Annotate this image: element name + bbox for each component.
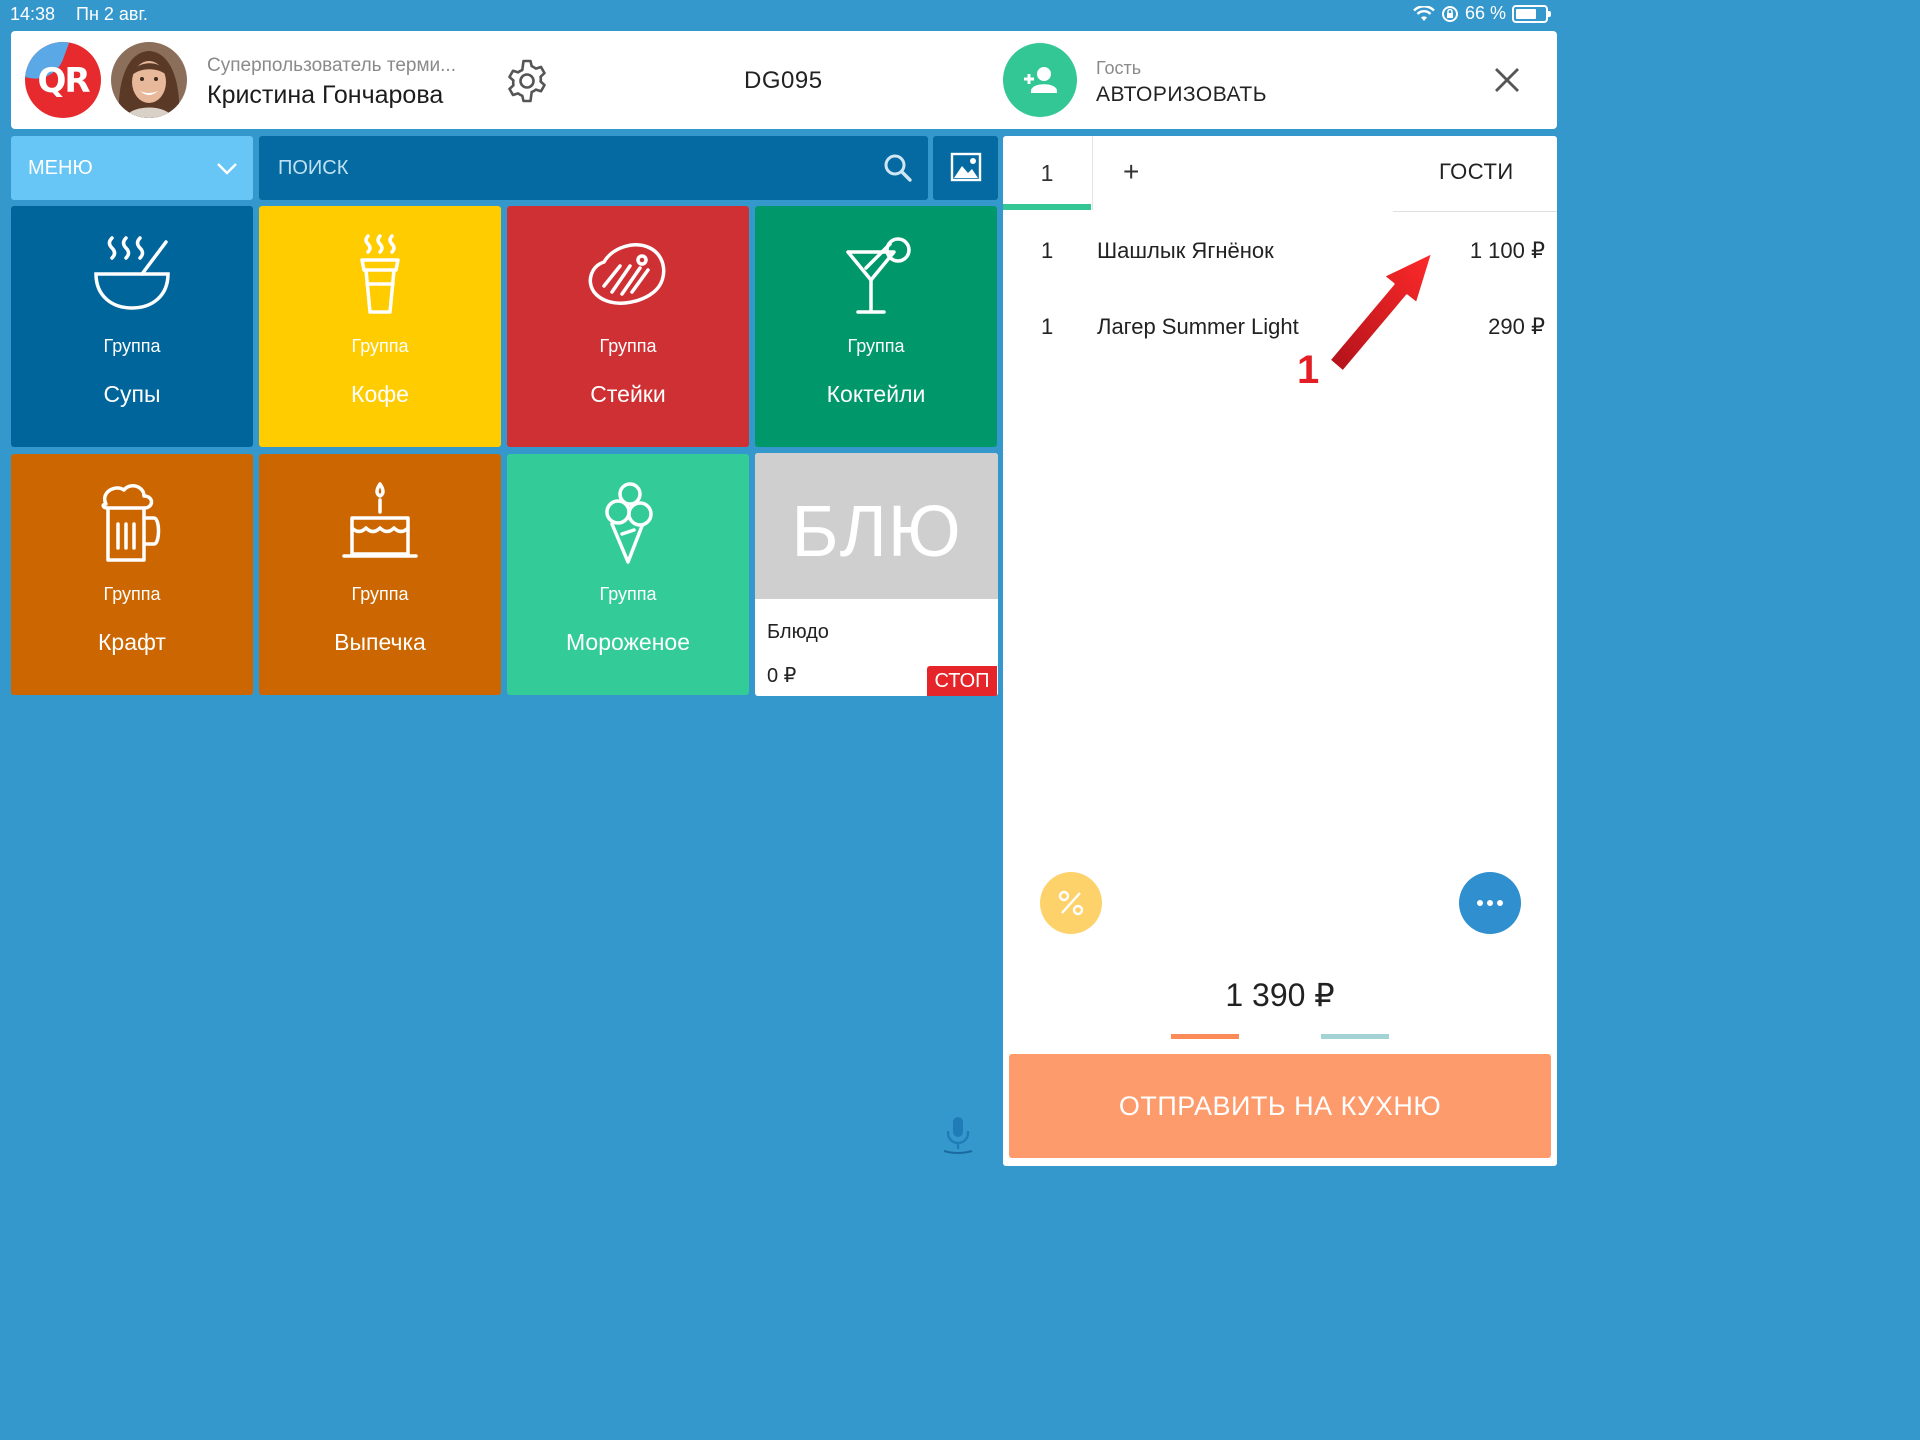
order-item-name: Шашлык Ягнёнок <box>1097 238 1274 263</box>
more-options-button[interactable] <box>1459 872 1521 934</box>
category-tile-steaks[interactable]: Группа Стейки <box>507 206 749 447</box>
search-placeholder: ПОИСК <box>278 157 349 179</box>
stop-badge: СТОП <box>927 666 997 696</box>
search-input[interactable]: ПОИСК <box>259 136 928 200</box>
steak-icon <box>588 243 666 305</box>
tile-group-label: Группа <box>351 336 409 356</box>
gear-icon[interactable] <box>503 57 551 105</box>
category-tile-bakery[interactable]: Группа Выпечка <box>259 454 501 695</box>
wifi-icon <box>1413 5 1435 21</box>
annotation-number: 1 <box>1297 348 1320 392</box>
discount-button[interactable] <box>1040 872 1102 934</box>
tile-name: Выпечка <box>334 629 426 655</box>
guest-label: Гость <box>1096 58 1142 78</box>
battery-icon <box>1512 4 1551 23</box>
page-indicator <box>1321 1034 1389 1039</box>
status-time: 14:38 <box>10 4 56 24</box>
header-bar: QR Суперпользователь терми... Кристина Г… <box>11 31 1557 129</box>
tile-group-label: Группа <box>103 336 161 356</box>
status-date: Пн 2 авг. <box>76 4 148 24</box>
tile-name: Коктейли <box>826 381 926 407</box>
avatar[interactable] <box>111 42 187 118</box>
order-item-price: 290 ₽ <box>1488 314 1545 339</box>
search-icon[interactable] <box>883 153 913 183</box>
coffee-cup-icon <box>360 234 400 314</box>
tile-name: Мороженое <box>566 629 690 655</box>
ice-cream-icon <box>605 482 653 564</box>
category-tile-coffee[interactable]: Группа Кофе <box>259 206 501 447</box>
order-tab-1[interactable]: 1 <box>1003 136 1091 210</box>
dish-card[interactable]: БЛЮ Блюдо 0 ₽ СТОП <box>755 453 998 696</box>
dish-price: 0 ₽ <box>767 665 797 687</box>
dish-image-placeholder: БЛЮ <box>755 453 998 599</box>
order-total: 1 390 ₽ <box>1225 977 1335 1013</box>
category-tile-craft[interactable]: Группа Крафт <box>11 454 253 695</box>
cake-icon <box>342 482 418 558</box>
cocktail-icon <box>846 237 911 314</box>
order-item-row[interactable]: 1 Лагер Summer Light 290 ₽ <box>1003 314 1557 354</box>
tile-name: Стейки <box>590 381 666 407</box>
send-to-kitchen-button[interactable]: ОТПРАВИТЬ НА КУХНЮ <box>1009 1054 1551 1158</box>
order-panel: 1 + ГОСТИ 1 Шашлык Ягнёнок 1 100 ₽ 1 Лаг… <box>1003 136 1557 1166</box>
user-name: Кристина Гончарова <box>207 81 444 109</box>
guests-tab[interactable]: ГОСТИ <box>1439 159 1514 185</box>
add-user-icon <box>1024 67 1057 93</box>
tile-group-label: Группа <box>103 584 161 604</box>
orientation-lock-icon <box>1441 5 1458 22</box>
terminal-code: DG095 <box>744 67 823 94</box>
active-tab-indicator <box>1003 204 1091 210</box>
menu-dropdown[interactable]: МЕНЮ <box>11 136 253 200</box>
percent-icon <box>1058 890 1084 916</box>
tile-group-label: Группа <box>847 336 905 356</box>
chevron-down-icon <box>217 163 237 175</box>
order-item-qty: 1 <box>1041 238 1054 263</box>
authorize-link[interactable]: АВТОРИЗОВАТЬ <box>1096 83 1267 107</box>
more-dots-icon <box>1477 900 1503 906</box>
tile-group-label: Группа <box>599 336 657 356</box>
category-tile-cocktails[interactable]: Группа Коктейли <box>755 206 997 447</box>
tab-bar-divider <box>1393 211 1557 212</box>
tile-name: Супы <box>103 381 161 407</box>
close-icon[interactable] <box>1491 64 1523 96</box>
soup-bowl-icon <box>94 236 170 310</box>
dish-name: Блюдо <box>767 621 829 643</box>
page-indicator-active <box>1171 1034 1239 1039</box>
category-tile-ice-cream[interactable]: Группа Мороженое <box>507 454 749 695</box>
image-icon <box>950 152 982 182</box>
microphone-icon[interactable] <box>942 1115 974 1155</box>
image-view-button[interactable] <box>933 136 998 200</box>
status-indicators: 66 % <box>1413 3 1551 24</box>
tab-divider <box>1092 136 1093 210</box>
user-role: Суперпользователь терми... <box>207 55 456 76</box>
category-tile-soups[interactable]: Группа Супы <box>11 206 253 447</box>
qr-logo: QR <box>25 42 101 118</box>
order-item-qty: 1 <box>1041 314 1054 339</box>
order-item-price: 1 100 ₽ <box>1469 238 1545 263</box>
add-guest-button[interactable] <box>1003 43 1077 117</box>
tile-group-label: Группа <box>599 584 657 604</box>
beer-mug-icon <box>101 484 161 562</box>
order-item-row[interactable]: 1 Шашлык Ягнёнок 1 100 ₽ <box>1003 238 1557 278</box>
add-order-tab-button[interactable]: + <box>1123 156 1139 188</box>
menu-dropdown-label: МЕНЮ <box>28 157 93 179</box>
battery-percent: 66 % <box>1464 3 1506 23</box>
tile-name: Крафт <box>98 629 166 655</box>
tile-group-label: Группа <box>351 584 409 604</box>
dish-placeholder-text: БЛЮ <box>791 492 962 572</box>
tile-name: Кофе <box>351 381 409 407</box>
order-item-name: Лагер Summer Light <box>1097 314 1299 339</box>
